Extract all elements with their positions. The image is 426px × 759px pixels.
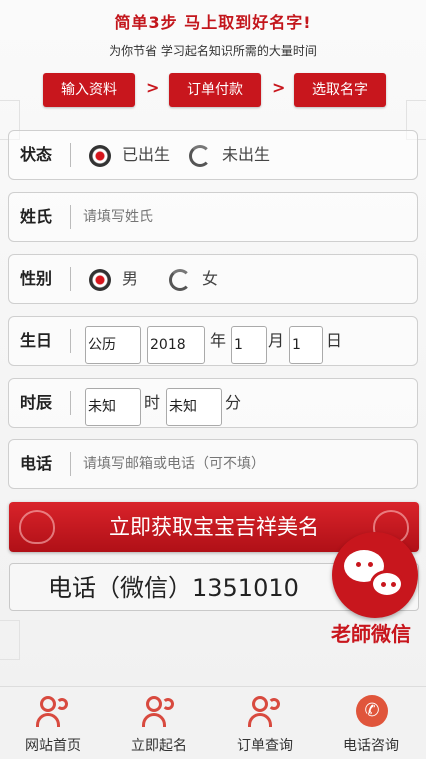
nav-home-label: 网站首页 xyxy=(25,738,81,754)
nav-phone-consult[interactable]: ✆ 电话咨询 xyxy=(318,687,424,759)
status-label: 状态 xyxy=(20,145,53,164)
calendar-select[interactable]: 公历 xyxy=(85,326,141,364)
hour-select[interactable]: 未知 xyxy=(85,388,141,426)
step-choose-name[interactable]: 选取名字 xyxy=(294,73,386,107)
wechat-badge[interactable]: 老師微信 xyxy=(322,532,426,652)
phone-input[interactable] xyxy=(83,448,403,480)
gender-male-radio[interactable] xyxy=(89,269,111,291)
gender-female-radio[interactable] xyxy=(169,269,191,291)
year-select[interactable]: 2018 xyxy=(147,326,205,364)
status-unborn-radio[interactable] xyxy=(189,145,211,167)
step-input-info[interactable]: 输入资料 xyxy=(43,73,135,107)
step-bar: 输入资料 > 订单付款 > 选取名字 xyxy=(0,73,426,107)
surname-label: 姓氏 xyxy=(20,207,53,226)
status-unborn-label[interactable]: 未出生 xyxy=(222,131,270,179)
divider xyxy=(70,143,71,167)
nav-home[interactable]: 网站首页 xyxy=(0,687,106,759)
gender-row: 性别 男 女 xyxy=(8,254,418,304)
bubble-eye xyxy=(391,582,396,587)
bottom-nav: 网站首页 立即起名 订单查询 ✆ 电话咨询 xyxy=(0,686,426,759)
user-group-icon xyxy=(36,695,72,729)
day-select[interactable]: 1 xyxy=(289,326,323,364)
hour-unit: 时 xyxy=(144,393,161,412)
corner-decoration xyxy=(0,620,20,660)
step-arrow: > xyxy=(272,78,286,97)
nav-phone-consult-label: 电话咨询 xyxy=(343,738,399,754)
birthday-row: 生日 公历 2018 年 1 月 1 日 xyxy=(8,316,418,366)
cloud-ornament-icon xyxy=(19,510,55,544)
divider xyxy=(70,329,71,353)
status-born-label[interactable]: 已出生 xyxy=(122,131,170,179)
surname-row: 姓氏 xyxy=(8,192,418,242)
month-select[interactable]: 1 xyxy=(231,326,267,364)
minute-select[interactable]: 未知 xyxy=(166,388,222,426)
birth-time-row: 时辰 未知 时 未知 分 xyxy=(8,378,418,428)
status-born-radio[interactable] xyxy=(89,145,111,167)
nav-orders[interactable]: 订单查询 xyxy=(212,687,318,759)
birth-time-label: 时辰 xyxy=(20,393,53,412)
surname-input[interactable] xyxy=(83,201,403,233)
phone-label: 电话 xyxy=(20,454,53,473)
step-arrow: > xyxy=(146,78,160,97)
divider xyxy=(70,452,71,476)
phone-row: 电话 xyxy=(8,439,418,489)
month-unit: 月 xyxy=(268,331,285,350)
bubble-eye xyxy=(381,582,386,587)
submit-button-label: 立即获取宝宝吉祥美名 xyxy=(109,515,319,539)
phone-icon: ✆ xyxy=(354,695,390,729)
nav-naming[interactable]: 立即起名 xyxy=(106,687,212,759)
birthday-label: 生日 xyxy=(20,331,53,350)
user-group-icon xyxy=(142,695,178,729)
subheadline: 为你节省 学习起名知识所需的大量时间 xyxy=(109,44,317,58)
bubble-eye xyxy=(368,562,373,567)
wechat-icon xyxy=(332,532,418,618)
headline: 简单3步 马上取到好名字! xyxy=(114,13,312,32)
bubble-eye xyxy=(356,562,361,567)
wechat-badge-label: 老師微信 xyxy=(331,622,411,646)
year-unit: 年 xyxy=(210,331,227,350)
nav-orders-label: 订单查询 xyxy=(237,738,293,754)
gender-label: 性别 xyxy=(20,269,53,288)
chat-bubble-icon xyxy=(370,570,404,598)
gender-female-label[interactable]: 女 xyxy=(202,255,218,303)
divider xyxy=(70,205,71,229)
user-group-icon xyxy=(248,695,284,729)
step-payment[interactable]: 订单付款 xyxy=(169,73,261,107)
day-unit: 日 xyxy=(326,331,343,350)
minute-unit: 分 xyxy=(225,393,242,412)
divider xyxy=(70,391,71,415)
divider xyxy=(70,267,71,291)
status-row: 状态 已出生 未出生 xyxy=(8,130,418,180)
gender-male-label[interactable]: 男 xyxy=(122,255,138,303)
nav-naming-label: 立即起名 xyxy=(131,738,187,754)
